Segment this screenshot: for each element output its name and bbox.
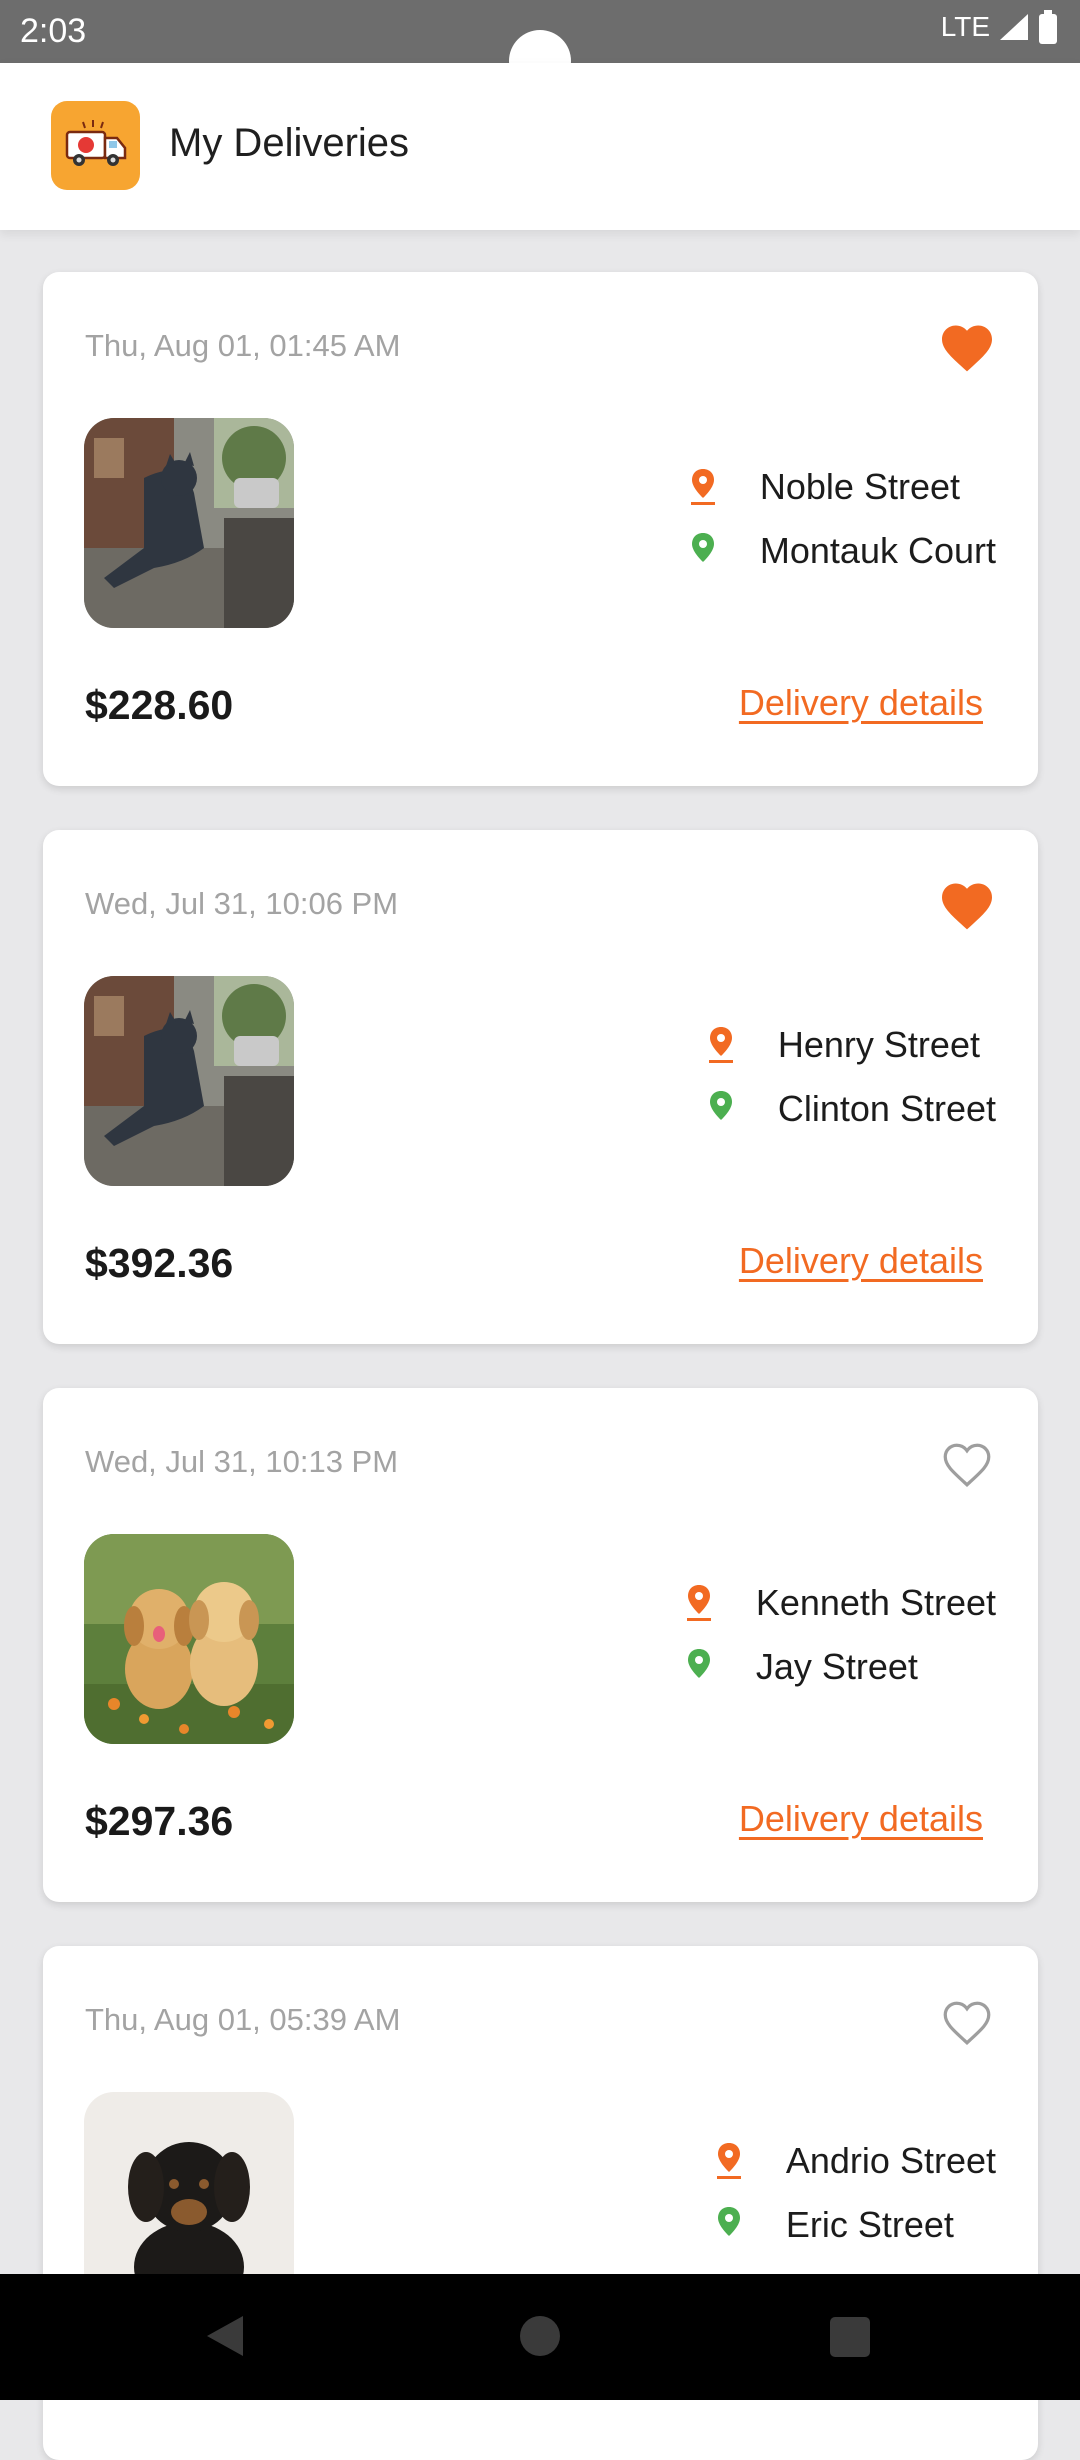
status-indicators: LTE (941, 10, 1058, 44)
origin-pin-icon (714, 2141, 744, 2181)
destination-address: Montauk Court (759, 530, 996, 571)
origin-row: Kenneth Street (684, 1582, 996, 1624)
origin-address: Noble Street (759, 466, 960, 507)
destination-address: Jay Street (755, 1646, 918, 1687)
origin-pin-icon (688, 467, 718, 507)
delivery-image (84, 418, 294, 628)
heart-outline-icon[interactable] (937, 1992, 997, 2052)
app-logo (51, 101, 140, 190)
delivery-details-link[interactable]: Delivery details (739, 1798, 983, 1840)
origin-pin-icon (706, 1025, 736, 1065)
delivery-price: $392.36 (85, 1240, 234, 1286)
delivery-image (84, 976, 294, 1186)
destination-pin-icon (706, 1089, 736, 1129)
origin-row: Andrio Street (714, 2140, 996, 2182)
status-time: 2:03 (20, 12, 87, 50)
address-list: Henry Street Clinton Street (706, 1024, 996, 1130)
address-list: Andrio Street Eric Street (714, 2140, 996, 2246)
destination-row: Eric Street (714, 2204, 996, 2246)
destination-address: Clinton Street (777, 1088, 996, 1129)
delivery-date: Thu, Aug 01, 05:39 AM (85, 2002, 401, 2037)
heart-outline-icon[interactable] (937, 1434, 997, 1494)
origin-row: Henry Street (706, 1024, 996, 1066)
destination-address: Eric Street (785, 2204, 954, 2245)
origin-pin-icon (684, 1583, 714, 1623)
back-icon[interactable] (205, 2314, 245, 2358)
signal-icon (1000, 14, 1028, 40)
battery-icon (1039, 10, 1057, 44)
delivery-details-link[interactable]: Delivery details (739, 682, 983, 724)
origin-address: Henry Street (777, 1024, 980, 1065)
delivery-price: $297.36 (85, 1798, 234, 1844)
destination-row: Clinton Street (706, 1088, 996, 1130)
recents-icon[interactable] (830, 2317, 870, 2357)
network-type: LTE (940, 11, 990, 42)
delivery-price: $228.60 (85, 682, 234, 728)
system-nav-bar (0, 2274, 1080, 2400)
destination-pin-icon (688, 531, 718, 571)
delivery-image (84, 1534, 294, 1744)
destination-pin-icon (684, 1647, 714, 1687)
delivery-image (84, 2092, 294, 2302)
heart-filled-icon[interactable] (937, 876, 997, 936)
home-icon[interactable] (520, 2316, 560, 2356)
address-list: Kenneth Street Jay Street (684, 1582, 996, 1688)
delivery-date: Wed, Jul 31, 10:06 PM (85, 886, 399, 921)
destination-row: Jay Street (684, 1646, 996, 1688)
address-list: Noble Street Montauk Court (688, 466, 996, 572)
delivery-date: Thu, Aug 01, 01:45 AM (85, 328, 401, 363)
delivery-card[interactable]: Wed, Jul 31, 10:06 PM Henry Street Clinton… (43, 830, 1038, 1344)
origin-address: Kenneth Street (755, 1582, 996, 1623)
delivery-date: Wed, Jul 31, 10:13 PM (85, 1444, 399, 1479)
destination-pin-icon (714, 2205, 744, 2245)
delivery-truck-icon (65, 119, 126, 166)
delivery-card[interactable]: Thu, Aug 01, 01:45 AM Noble Street Montauk… (43, 272, 1038, 786)
app-bar: My Deliveries (0, 63, 1080, 230)
heart-filled-icon[interactable] (937, 318, 997, 378)
origin-address: Andrio Street (785, 2140, 996, 2181)
page-title: My Deliveries (169, 121, 410, 165)
destination-row: Montauk Court (688, 530, 996, 572)
origin-row: Noble Street (688, 466, 996, 508)
delivery-card[interactable]: Wed, Jul 31, 10:13 PM Kenneth Street Jay S… (43, 1388, 1038, 1902)
delivery-details-link[interactable]: Delivery details (739, 1240, 983, 1282)
